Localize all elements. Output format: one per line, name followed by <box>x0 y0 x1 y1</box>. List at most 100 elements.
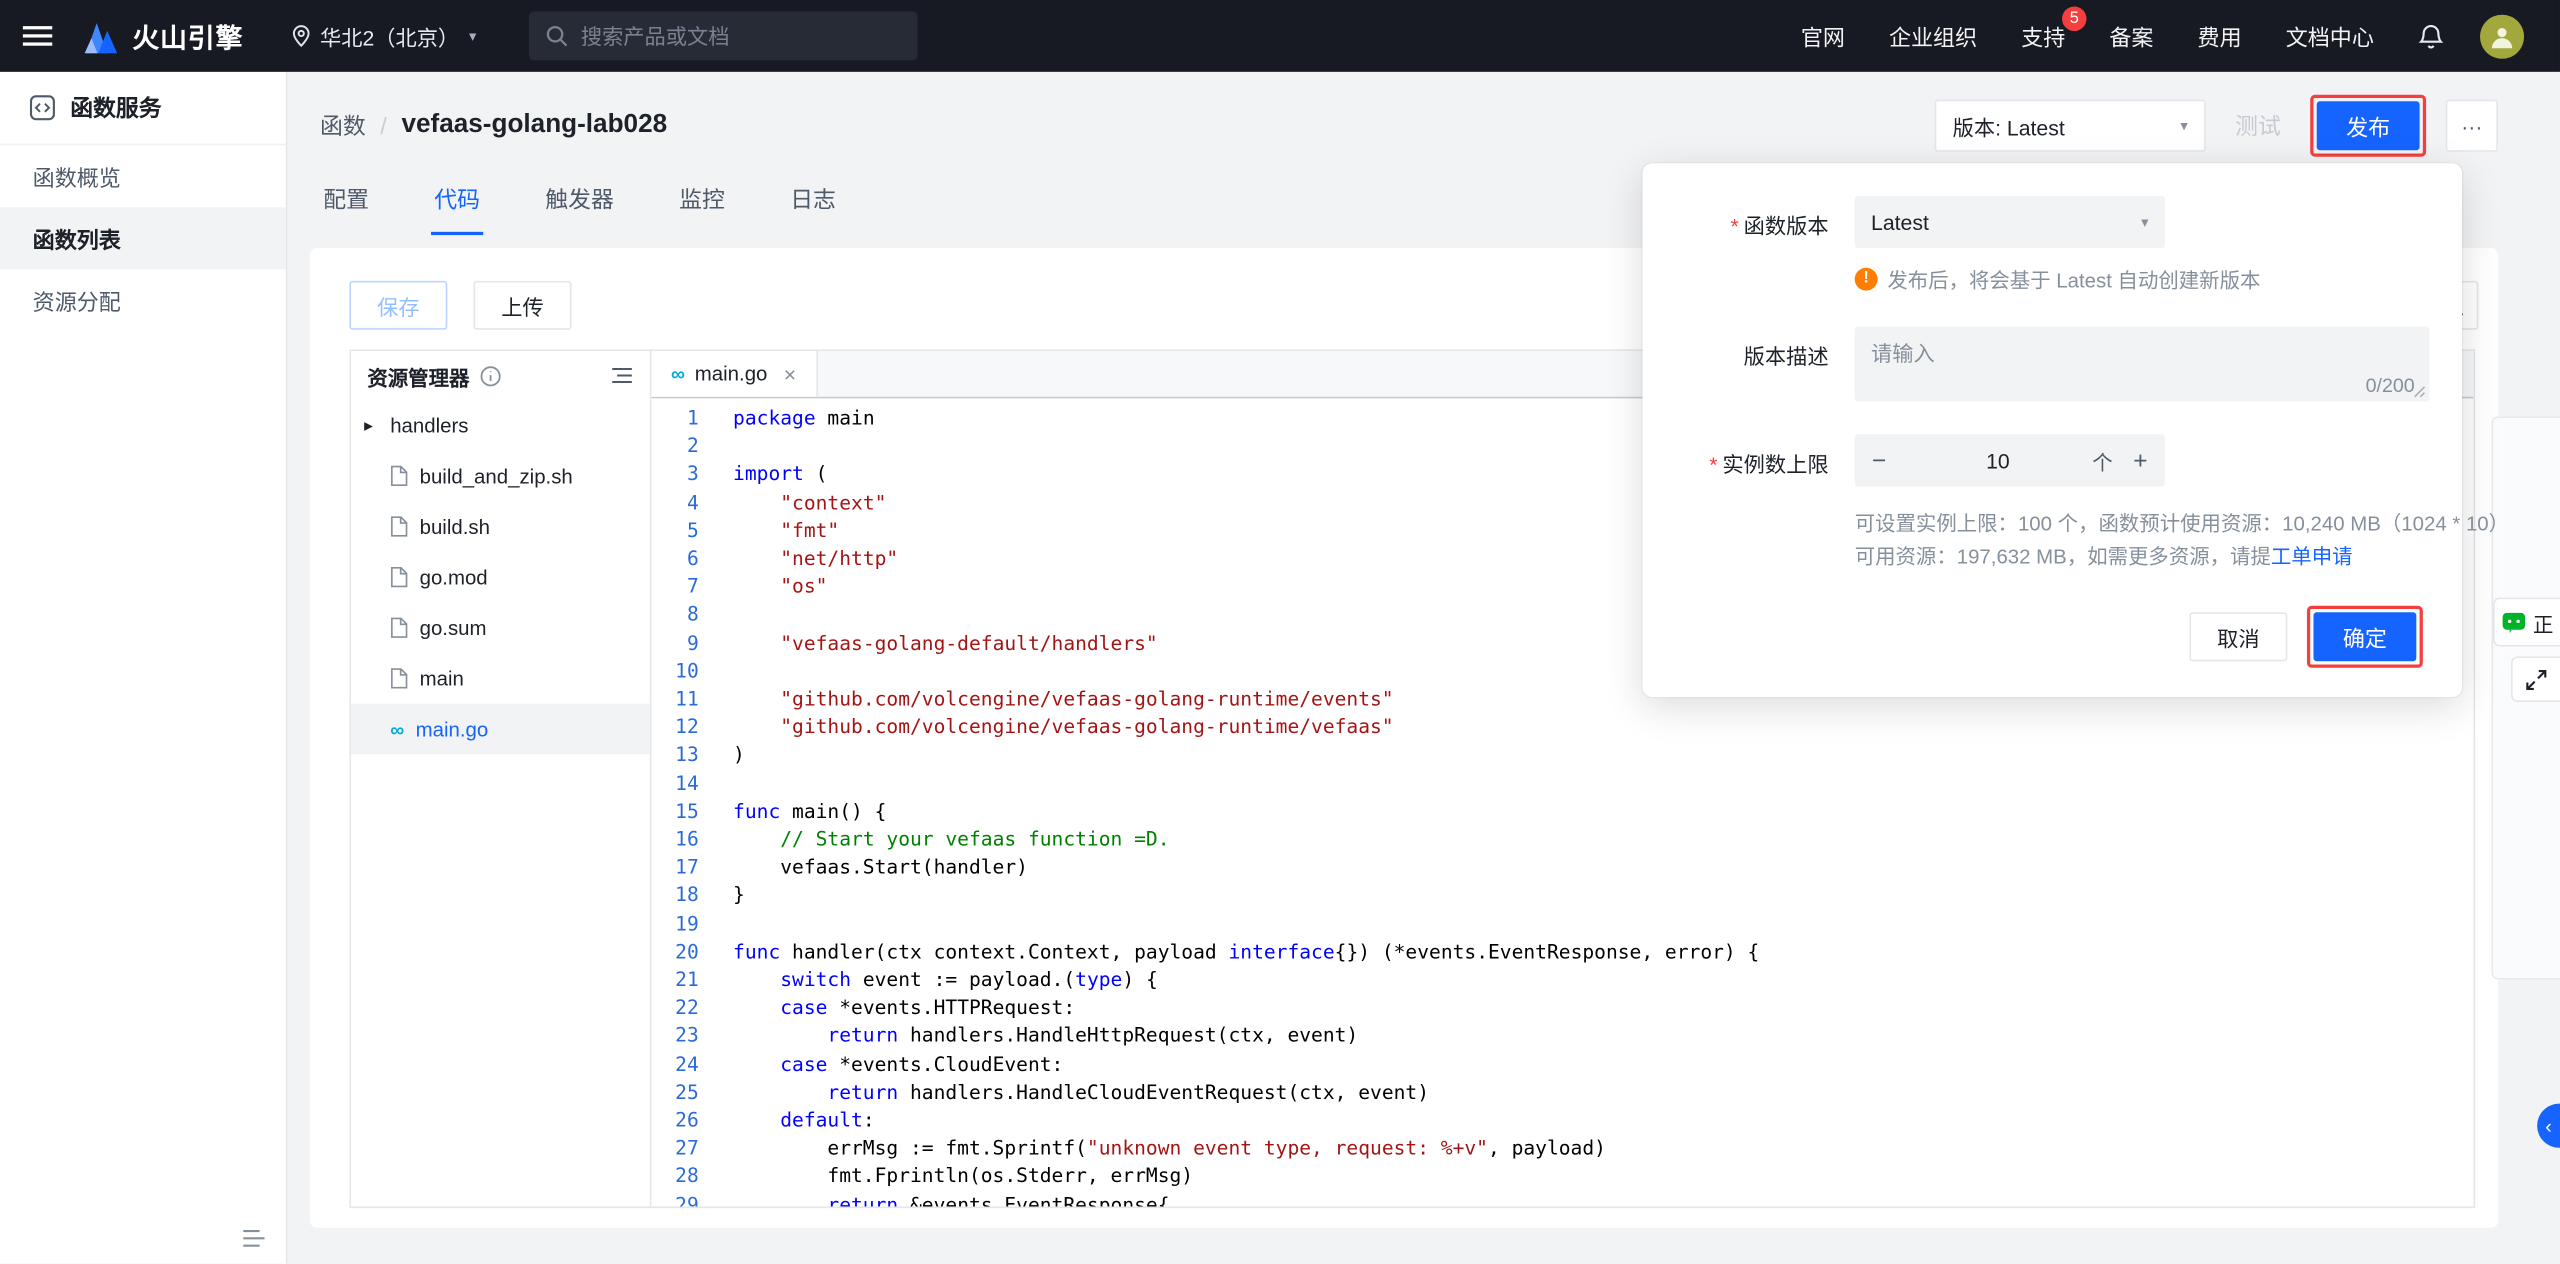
sidebar-item-function-overview[interactable]: 函数概览 <box>0 145 286 207</box>
code-line: func main() { <box>733 798 2473 826</box>
topbar-link-billing[interactable]: 费用 <box>2198 20 2242 53</box>
line-number: 1 <box>651 405 698 433</box>
quota-line1: 可设置实例上限：100 个，函数预计使用资源：10,240 MB（1024 * … <box>1855 508 2423 541</box>
tab-config[interactable]: 配置 <box>320 170 372 235</box>
topbar-link-icp-filing[interactable]: 备案 <box>2109 20 2153 53</box>
code-line <box>733 770 2473 798</box>
search-input[interactable] <box>581 24 901 48</box>
quota-line2: 可用资源：197,632 MB，如需更多资源，请提工单申请 <box>1855 540 2423 573</box>
notification-bell-icon[interactable] <box>2418 22 2444 50</box>
ticket-request-link[interactable]: 工单申请 <box>2271 545 2353 568</box>
breadcrumb-separator: / <box>380 113 386 139</box>
code-line: func handler(ctx context.Context, payloa… <box>733 939 2473 967</box>
chat-bot-icon <box>2501 607 2526 636</box>
expand-panel-button[interactable] <box>2511 656 2560 702</box>
function-service-icon <box>29 95 55 121</box>
line-number: 16 <box>651 826 698 854</box>
go-file-icon: ∞ <box>671 364 685 384</box>
file-name: build_and_zip.sh <box>420 464 573 487</box>
version-desc-textarea[interactable]: 请输入 0/200 <box>1855 327 2430 402</box>
tab-logs[interactable]: 日志 <box>787 170 839 235</box>
region-label: 华北2（北京） <box>320 20 459 51</box>
publish-button[interactable]: 发布 <box>2317 101 2420 150</box>
sidebar-collapse-icon[interactable] <box>242 1228 266 1249</box>
code-line: fmt.Fprintln(os.Stderr, errMsg) <box>733 1163 2473 1191</box>
folder-arrow-icon[interactable]: ▶ <box>364 419 379 432</box>
region-selector[interactable]: 华北2（北京） ▾ <box>292 20 476 51</box>
line-number: 28 <box>651 1163 698 1191</box>
code-line: // Start your vefaas function =D. <box>733 826 2473 854</box>
line-number: 27 <box>651 1135 698 1163</box>
resize-handle-icon[interactable] <box>2413 385 2426 398</box>
line-number: 26 <box>651 1107 698 1135</box>
decrement-button[interactable]: − <box>1855 434 1904 486</box>
line-number: 11 <box>651 686 698 714</box>
line-number: 29 <box>651 1191 698 1206</box>
code-line: switch event := payload.(type) { <box>733 967 2473 995</box>
file-item-go.sum[interactable]: go.sum <box>351 602 650 653</box>
line-number: 21 <box>651 967 698 995</box>
code-line: case *events.HTTPRequest: <box>733 995 2473 1023</box>
code-line: return &events.EventResponse{ <box>733 1191 2473 1206</box>
confirm-annotation-box: 确定 <box>2307 606 2423 668</box>
topbar-link-support[interactable]: 支持5 <box>2021 20 2065 53</box>
instances-field-label: *实例数上限 <box>1682 434 1829 573</box>
code-line: "github.com/volcengine/vefaas-golang-run… <box>733 714 2473 742</box>
customer-service-widget[interactable]: 正 <box>2493 598 2560 647</box>
instance-count-value[interactable]: 10 <box>1904 448 2093 472</box>
instances-field-row: *实例数上限 − 10 个 + 可设置实例上限：100 个，函数预计使用资源：1… <box>1682 434 2423 573</box>
user-avatar[interactable] <box>2480 14 2524 58</box>
version-select-value: 版本: Latest <box>1953 110 2065 141</box>
file-item-build_and_zip.sh[interactable]: build_and_zip.sh <box>351 451 650 502</box>
test-button[interactable]: 测试 <box>2225 109 2290 142</box>
line-number: 22 <box>651 995 698 1023</box>
chat-widget-text: 正 <box>2533 607 2553 638</box>
function-version-select[interactable]: Latest ▾ <box>1855 196 2165 248</box>
textarea-placeholder: 请输入 <box>1871 341 1935 365</box>
file-icon <box>390 567 408 588</box>
chevron-down-icon: ▾ <box>2141 215 2148 230</box>
global-search[interactable] <box>529 11 918 60</box>
collapse-all-icon[interactable] <box>611 366 634 386</box>
tab-trigger[interactable]: 触发器 <box>542 170 617 235</box>
file-item-main.go[interactable]: ∞main.go <box>351 704 650 755</box>
volcengine-logo[interactable]: 火山引擎 <box>82 16 244 55</box>
code-line: ) <box>733 742 2473 770</box>
line-number: 15 <box>651 798 698 826</box>
file-icon <box>390 617 408 638</box>
explorer-header: 资源管理器 <box>351 351 650 400</box>
close-tab-icon[interactable]: × <box>784 362 796 386</box>
location-pin-icon <box>292 24 310 47</box>
breadcrumb-root[interactable]: 函数 <box>320 109 366 142</box>
line-number: 23 <box>651 1023 698 1051</box>
line-number: 13 <box>651 742 698 770</box>
cancel-button[interactable]: 取消 <box>2189 612 2287 661</box>
file-item-handlers[interactable]: ▶handlers <box>351 400 650 451</box>
topbar-link-enterprise-org[interactable]: 企业组织 <box>1889 20 1977 53</box>
increment-button[interactable]: + <box>2116 434 2165 486</box>
code-line: return handlers.HandleCloudEventRequest(… <box>733 1079 2473 1107</box>
hamburger-menu-icon[interactable] <box>23 26 52 46</box>
sidebar-item-function-list[interactable]: 函数列表 <box>0 207 286 269</box>
topbar-link-doc-center[interactable]: 文档中心 <box>2286 20 2374 53</box>
editor-tab-main-go[interactable]: ∞ main.go × <box>651 351 817 397</box>
file-name: build.sh <box>420 515 490 538</box>
chevron-down-icon: ▾ <box>2180 118 2187 133</box>
chevron-down-icon: ▾ <box>469 29 476 44</box>
file-item-main[interactable]: main <box>351 653 650 704</box>
save-button[interactable]: 保存 <box>349 281 447 330</box>
desc-field-row: 版本描述 请输入 0/200 <box>1682 327 2423 402</box>
version-select[interactable]: 版本: Latest ▾ <box>1935 100 2206 152</box>
topbar-link-official-site[interactable]: 官网 <box>1801 20 1845 53</box>
sidebar-item-resource-allocation[interactable]: 资源分配 <box>0 269 286 331</box>
confirm-button[interactable]: 确定 <box>2313 612 2416 661</box>
tab-monitor[interactable]: 监控 <box>676 170 728 235</box>
more-button[interactable]: ··· <box>2446 100 2498 152</box>
page-title: vefaas-golang-lab028 <box>401 111 667 140</box>
tab-code[interactable]: 代码 <box>431 170 483 235</box>
file-item-build.sh[interactable]: build.sh <box>351 501 650 552</box>
file-item-go.mod[interactable]: go.mod <box>351 552 650 603</box>
topbar: 火山引擎 华北2（北京） ▾ 官网 企业组织 支持5 备案 费用 文档中心 <box>0 0 2560 72</box>
info-icon[interactable] <box>479 365 500 386</box>
upload-button[interactable]: 上传 <box>473 281 571 330</box>
